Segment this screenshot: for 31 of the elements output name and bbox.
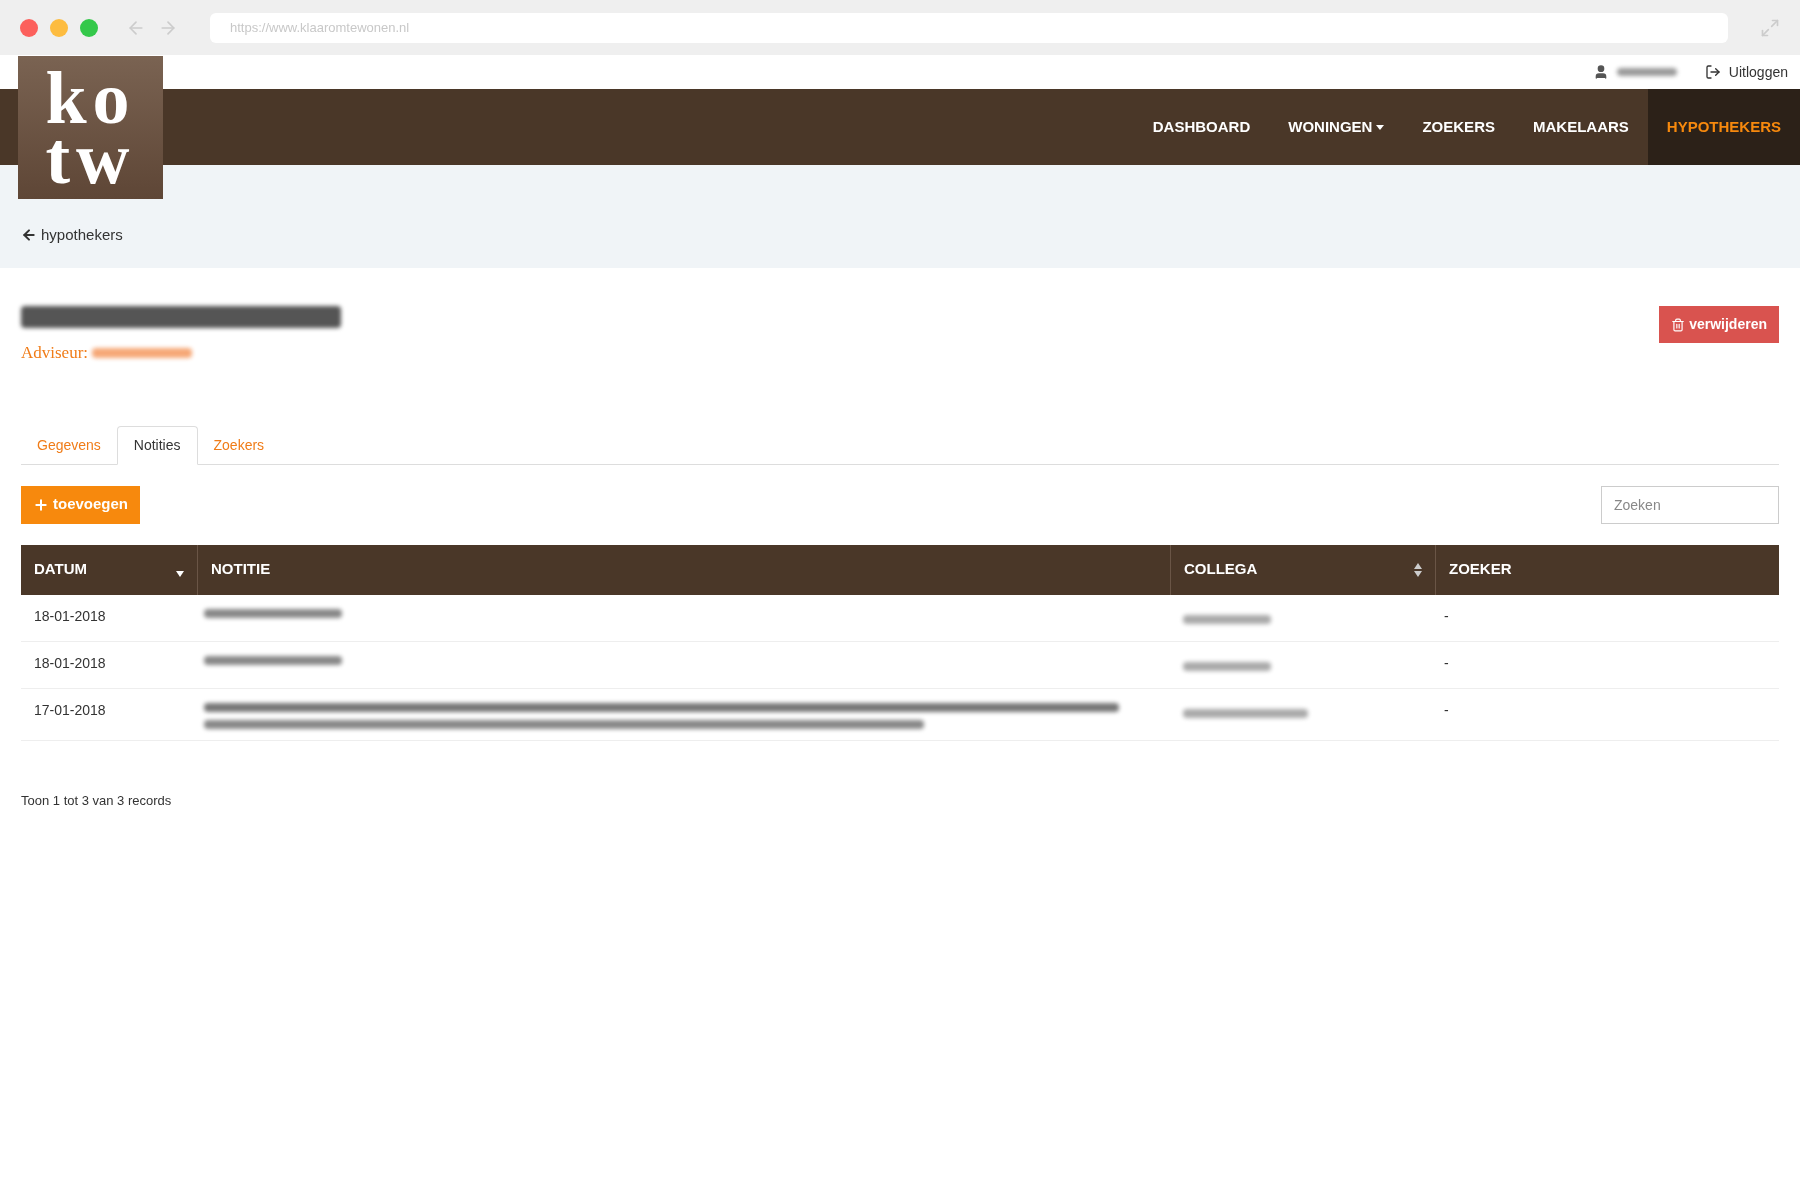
sort-icon[interactable] — [1414, 562, 1422, 577]
tab[interactable]: Notities — [116, 425, 198, 465]
nav-item[interactable]: HYPOTHEKERS — [1647, 89, 1800, 165]
table-cell-text: 18-01-2018 — [33, 653, 107, 673]
back-arrow-icon — [21, 226, 37, 243]
table-cell-text: - — [1443, 700, 1450, 720]
column-header[interactable]: COLLEGA — [1170, 544, 1435, 595]
nav-item[interactable]: MAKELAARS — [1513, 89, 1648, 165]
records-count: Toon 1 tot 3 van 3 records — [21, 791, 172, 810]
sort-down-icon[interactable] — [176, 570, 184, 577]
blurred-text — [1616, 68, 1677, 76]
table-cell-text: - — [1443, 606, 1450, 626]
table-cell-text: 18-01-2018 — [33, 606, 107, 626]
logo[interactable]: ko tw — [18, 56, 163, 199]
table-cell-text: - — [1443, 653, 1450, 673]
fullscreen-icon[interactable] — [1760, 17, 1780, 38]
column-header[interactable]: DATUM — [21, 544, 197, 595]
nav-item[interactable]: ZOEKERS — [1403, 89, 1514, 165]
delete-button[interactable]: verwijderen — [1659, 306, 1779, 343]
logout-icon — [1704, 64, 1721, 80]
adviseur-label: Adviseur: — [21, 342, 89, 364]
column-header[interactable]: ZOEKER — [1435, 544, 1779, 595]
logout-link[interactable]: Uitloggen — [1704, 61, 1788, 83]
table-cell-text: 17-01-2018 — [33, 700, 107, 720]
trash-icon — [1671, 317, 1686, 332]
nav-item[interactable]: WONINGEN — [1269, 89, 1404, 165]
search-field[interactable]: Zoeken — [1601, 485, 1779, 524]
nav-item[interactable]: DASHBOARD — [1133, 89, 1270, 165]
plus-icon — [33, 496, 49, 513]
column-header[interactable]: NOTITIE — [197, 544, 1170, 595]
back-link[interactable]: hypothekers — [21, 223, 123, 246]
